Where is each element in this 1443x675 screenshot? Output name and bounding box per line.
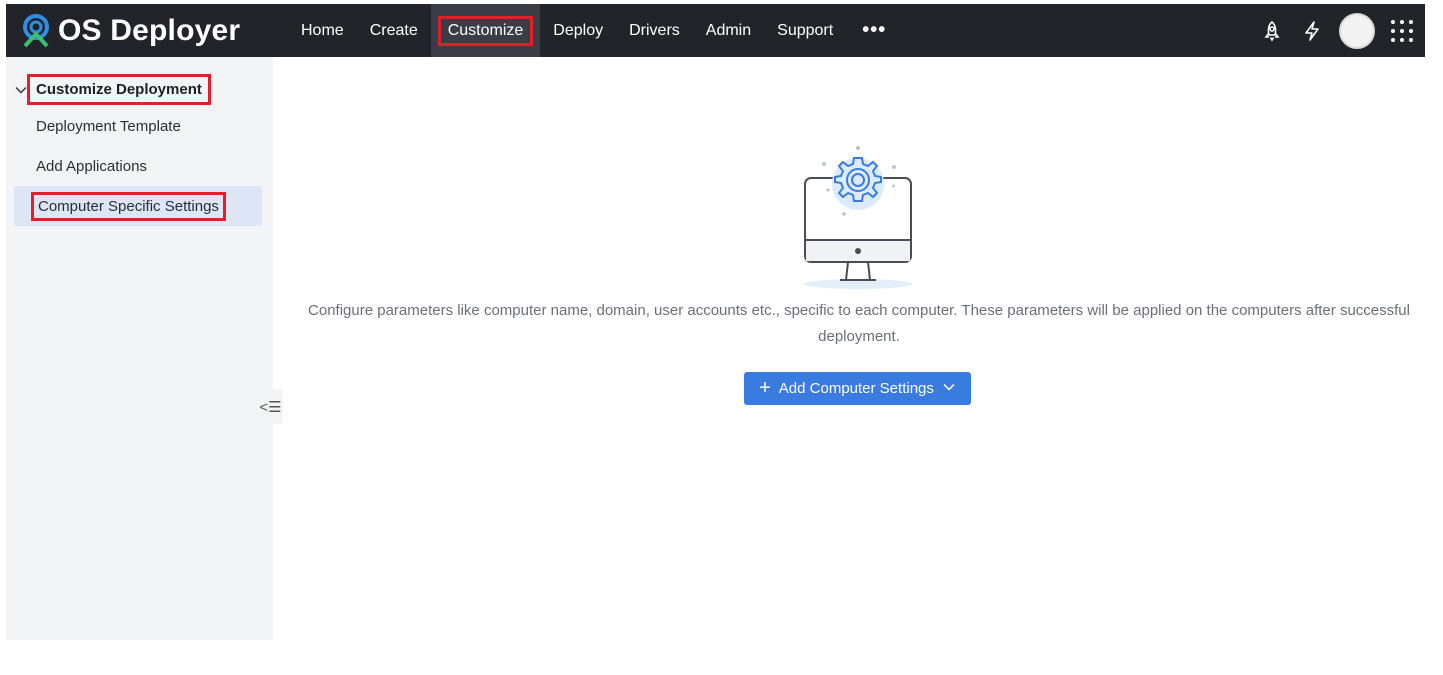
sidebar: Customize Deployment Deployment Template… bbox=[6, 57, 273, 640]
sidebar-item-label: Computer Specific Settings bbox=[31, 191, 226, 221]
sidebar-item-computer-specific-settings[interactable]: Computer Specific Settings bbox=[14, 186, 262, 226]
nav-support[interactable]: Support bbox=[764, 4, 846, 57]
more-menu-button[interactable]: ••• bbox=[846, 19, 902, 42]
nav-label: Admin bbox=[705, 21, 752, 39]
nav-drivers[interactable]: Drivers bbox=[616, 4, 693, 57]
nav-create[interactable]: Create bbox=[357, 4, 431, 57]
sidebar-section-title: Customize Deployment bbox=[27, 74, 211, 105]
main-content: Configure parameters like computer name,… bbox=[273, 57, 1425, 640]
lightning-icon[interactable] bbox=[1299, 18, 1325, 44]
empty-state-description: Configure parameters like computer name,… bbox=[308, 302, 1410, 345]
sidebar-section-customize-deployment[interactable]: Customize Deployment bbox=[14, 74, 211, 105]
nav-customize[interactable]: Customize bbox=[430, 4, 541, 57]
computer-settings-illustration bbox=[798, 142, 918, 292]
nav-home[interactable]: Home bbox=[288, 4, 357, 57]
nav-label: Customize bbox=[437, 15, 534, 46]
app-window: OS Deployer Home Create Customize Deploy… bbox=[6, 4, 1425, 640]
sidebar-item-add-applications[interactable]: Add Applications bbox=[14, 146, 262, 186]
nav-label: Deploy bbox=[553, 21, 604, 39]
nav-label: Support bbox=[777, 21, 834, 39]
topbar-actions bbox=[1259, 4, 1415, 57]
chevron-down-icon bbox=[14, 83, 28, 97]
brand-logo[interactable]: OS Deployer bbox=[18, 12, 288, 50]
nav-admin[interactable]: Admin bbox=[693, 4, 764, 57]
main-nav: Home Create Customize Deploy Drivers Adm… bbox=[288, 4, 902, 57]
add-computer-settings-label: Add Computer Settings bbox=[778, 380, 934, 397]
add-computer-settings-button[interactable]: + Add Computer Settings bbox=[744, 372, 971, 405]
rocket-icon[interactable] bbox=[1259, 18, 1285, 44]
nav-label: Drivers bbox=[629, 21, 680, 39]
app-grid-icon[interactable] bbox=[1389, 18, 1415, 44]
os-deployer-logo-icon bbox=[18, 12, 56, 50]
sidebar-item-label: Add Applications bbox=[36, 157, 147, 175]
plus-icon: + bbox=[759, 376, 771, 399]
sidebar-item-label: Deployment Template bbox=[36, 117, 181, 135]
nav-label: Home bbox=[301, 21, 344, 39]
nav-deploy[interactable]: Deploy bbox=[540, 4, 616, 57]
sidebar-item-deployment-template[interactable]: Deployment Template bbox=[14, 106, 262, 146]
nav-label: Create bbox=[369, 21, 418, 39]
avatar[interactable] bbox=[1339, 12, 1375, 49]
brand-name: OS Deployer bbox=[58, 13, 241, 47]
chevron-down-icon bbox=[942, 380, 956, 398]
top-navigation-bar: OS Deployer Home Create Customize Deploy… bbox=[6, 4, 1425, 57]
